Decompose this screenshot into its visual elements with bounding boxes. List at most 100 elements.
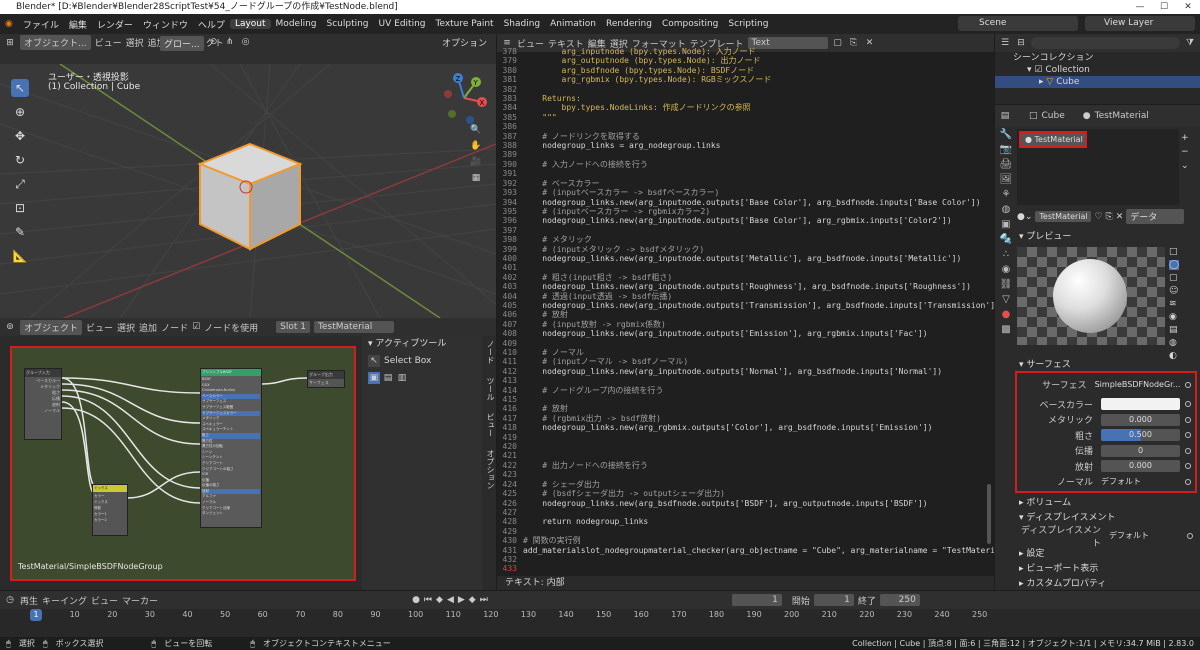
tab-compositing[interactable]: Compositing (657, 19, 723, 29)
pan-hand-icon[interactable]: ✋ (470, 140, 482, 152)
mix-rgb-node[interactable]: ミックス カラー ミックス 係数 カラー1 カラー2 (92, 484, 128, 536)
transmission-field[interactable]: 0 (1101, 444, 1180, 457)
custom-props-header[interactable]: ▸ カスタムプロパティ (1013, 576, 1106, 590)
tab-layout[interactable]: Layout (229, 19, 271, 29)
preview-shaderball-icon[interactable]: ◉ (1169, 312, 1179, 322)
cursor-tool-icon[interactable]: ⊕ (11, 103, 29, 121)
tab-rendering[interactable]: Rendering (601, 19, 657, 29)
unlink-icon[interactable]: ✕ (1116, 212, 1124, 222)
material-slot-item[interactable]: ● TestMaterial (1019, 131, 1087, 148)
scale-tool-icon[interactable]: ⤢ (11, 175, 29, 193)
node-group-canvas[interactable]: グループ入力 ベースカラー メタリック 粗さ 伝播 放射 ノーマル プリンシプルBSDF … (10, 346, 356, 581)
timeline-view[interactable]: ビュー (91, 594, 118, 607)
view-layer-selector[interactable]: View Layer (1085, 16, 1195, 31)
select-box-tool[interactable]: ↖ Select Box (362, 352, 482, 370)
snap-icon[interactable]: ⋔ (224, 36, 236, 48)
close-button[interactable]: ✕ (1176, 0, 1200, 14)
measure-tool-icon[interactable]: 📐 (11, 247, 29, 265)
move-tool-icon[interactable]: ✥ (11, 127, 29, 145)
preview-sphere-icon[interactable]: ◯ (1169, 260, 1180, 270)
rotate-tool-icon[interactable]: ↻ (11, 151, 29, 169)
physics-tab-icon[interactable]: ◉ (1002, 264, 1011, 275)
zoom-icon[interactable]: 🔍 (470, 124, 482, 136)
minimize-button[interactable]: — (1128, 0, 1152, 14)
node-editor-type-icon[interactable]: ⊚ (4, 321, 16, 333)
menu-window[interactable]: ウィンドウ (138, 18, 193, 31)
outliner-cube[interactable]: ▸ ▽ Cube (995, 76, 1200, 88)
display-mode-icon[interactable]: ⊟ (1015, 37, 1027, 49)
material-browse-icon[interactable]: ●⌄ (1017, 212, 1032, 222)
options-dropdown[interactable]: オプション (442, 36, 487, 49)
end-frame-field[interactable]: 250 (879, 594, 920, 606)
output-tab-icon[interactable]: 🖨 (1000, 159, 1013, 170)
sidebar-tab-tool[interactable]: ツール (486, 377, 495, 401)
keyframe-dot-icon[interactable] (1185, 478, 1191, 485)
slot-dropdown[interactable]: Slot 1 (276, 321, 311, 333)
annotate-tool-icon[interactable]: ✎ (11, 223, 29, 241)
node-object-dropdown[interactable]: オブジェクト (20, 319, 83, 335)
filter-icon[interactable]: ⧩ (1184, 37, 1196, 49)
menu-render[interactable]: レンダー (92, 18, 138, 31)
slot-menu-icon[interactable]: ⌄ (1181, 161, 1189, 171)
prev-key-icon[interactable]: ◆ (436, 595, 443, 605)
code-area[interactable]: 378 arg_inputnode (bpy.types.Node): 入力ノー… (497, 47, 994, 574)
keyframe-dot-icon[interactable] (1185, 432, 1191, 439)
start-frame-field[interactable]: 1 (813, 594, 854, 606)
outliner-type-icon[interactable]: ☰ (999, 37, 1011, 49)
particles-tab-icon[interactable]: ∴ (1003, 249, 1009, 260)
render-tab-icon[interactable]: 📷 (1000, 144, 1012, 155)
tab-texture-paint[interactable]: Texture Paint (430, 19, 498, 29)
camera-icon[interactable]: 🎥 (470, 156, 482, 168)
code-scrollbar[interactable] (987, 484, 991, 544)
preview-panel-header[interactable]: ▾ プレビュー (1013, 229, 1071, 245)
metallic-field[interactable]: 0.000 (1101, 413, 1180, 426)
remove-slot-icon[interactable]: − (1181, 147, 1189, 157)
data-tab-icon[interactable]: ▽ (1002, 294, 1010, 305)
tab-scripting[interactable]: Scripting (723, 19, 773, 29)
timeline-marker[interactable]: マーカー (122, 594, 158, 607)
play-reverse-icon[interactable]: ◀ (447, 595, 454, 605)
preview-cloth-icon[interactable]: ▤ (1169, 325, 1179, 335)
object-mode-dropdown[interactable]: オブジェクト... (20, 35, 91, 50)
tab-modeling[interactable]: Modeling (271, 19, 322, 29)
material-slot-list[interactable]: ● TestMaterial (1017, 129, 1179, 205)
settings-panel-header[interactable]: ▸ 設定 (1013, 546, 1044, 562)
editor-type-icon[interactable]: ⊞ (4, 37, 16, 49)
surface-shader-field[interactable]: SimpleBSDFNodeGr... (1094, 378, 1181, 391)
menu-help[interactable]: ヘルプ (193, 18, 230, 31)
preview-monkey-icon[interactable]: ☺ (1169, 286, 1179, 296)
keyframe-dot-icon[interactable] (1185, 416, 1191, 423)
node-menu-add[interactable]: 追加 (139, 321, 157, 334)
emission-field[interactable]: 0.000 (1101, 460, 1180, 473)
outliner-scene-collection[interactable]: シーンコレクション (995, 52, 1200, 64)
preview-fluid-icon[interactable]: ◍ (1169, 338, 1179, 348)
jump-end-icon[interactable]: ⏭ (480, 595, 488, 605)
playhead[interactable]: 1 (30, 609, 42, 621)
timeline[interactable]: ◷ 再生 キーイング ビュー マーカー ● ⏮ ◆ ◀ ▶ ◆ ⏭ 1 開始 1… (0, 591, 1200, 637)
timeline-type-icon[interactable]: ◷ (4, 594, 16, 606)
cube-object[interactable] (190, 139, 310, 259)
ortho-grid-icon[interactable]: ▦ (470, 172, 482, 184)
view-layer-tab-icon[interactable]: 🖼 (1000, 174, 1013, 185)
outliner-collection[interactable]: ▾ ☑ Collection (995, 64, 1200, 76)
scene-tab-icon[interactable]: ⚘ (1002, 189, 1011, 200)
keyframe-dot-icon[interactable] (1185, 463, 1191, 470)
sidebar-tab-options[interactable]: オプション (486, 450, 495, 490)
object-tab-icon[interactable]: ▣ (1001, 219, 1010, 230)
menu-edit[interactable]: 編集 (64, 18, 92, 31)
proportional-icon[interactable]: ◎ (240, 36, 252, 48)
tab-uv-editing[interactable]: UV Editing (374, 19, 431, 29)
add-slot-icon[interactable]: + (1181, 133, 1189, 143)
world-tab-icon[interactable]: ◍ (1002, 204, 1011, 215)
tab-animation[interactable]: Animation (545, 19, 601, 29)
node-menu-select[interactable]: 選択 (117, 321, 135, 334)
duplicate-icon[interactable]: ⎘ (1105, 212, 1112, 222)
use-nodes-checkbox[interactable]: ☑ (192, 322, 200, 332)
pivot-icon[interactable]: ⊙ (208, 36, 220, 48)
sidebar-tab-view[interactable]: ビュー (486, 413, 495, 437)
jump-start-icon[interactable]: ⏮ (424, 595, 432, 605)
volume-panel-header[interactable]: ▸ ボリューム (1013, 495, 1071, 511)
maximize-button[interactable]: ☐ (1152, 0, 1176, 14)
select-tool-icon[interactable]: ↖ (11, 79, 29, 97)
node-menu-node[interactable]: ノード (161, 321, 188, 334)
